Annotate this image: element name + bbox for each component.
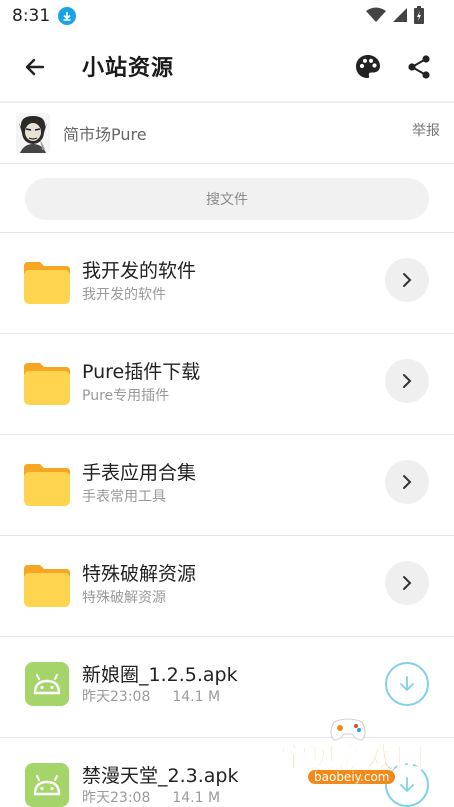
folder-item[interactable]: 我开发的软件 我开发的软件 [0,232,454,332]
open-folder-button[interactable] [385,359,429,403]
file-meta: 昨天23:08 14.1 M [82,686,220,706]
folder-icon [24,262,70,304]
avatar-image [16,113,50,153]
owner-divider [0,163,454,164]
open-folder-button[interactable] [385,258,429,302]
folder-subtitle: 特殊破解资源 [82,590,166,606]
file-name: 禁漫天堂_2.3.apk [82,765,239,787]
download-button[interactable] [385,662,429,706]
folder-subtitle: 手表常用工具 [82,489,166,505]
folder-item[interactable]: Pure插件下载 Pure专用插件 [0,333,454,433]
folder-icon [24,565,70,607]
share-button[interactable] [403,51,435,83]
android-icon [25,662,69,706]
appbar-divider [0,101,454,103]
search-placeholder: 搜文件 [206,192,248,208]
download-notification-icon [58,7,77,25]
folder-title: 手表应用合集 [82,462,197,484]
folder-subtitle: Pure专用插件 [82,388,170,404]
owner-row[interactable]: 简市场Pure 举报 [0,104,454,162]
status-bar: 8:31 [0,0,454,32]
status-time: 8:31 [12,6,51,26]
theme-button[interactable] [352,51,384,83]
chevron-right-icon [403,273,412,287]
palette-icon [356,55,380,78]
folder-title: 我开发的软件 [82,260,197,282]
share-icon [408,55,430,79]
chevron-right-icon [403,475,412,489]
file-date: 昨天23:08 [82,790,151,806]
file-date: 昨天23:08 [82,689,151,705]
wifi-icon [366,7,386,22]
file-size: 14.1 M [172,689,221,705]
folder-icon [24,464,70,506]
arrow-left-icon [25,58,45,76]
download-icon [400,676,414,691]
battery-icon [414,6,424,24]
signal-icon [393,8,407,22]
file-name: 新娘圈_1.2.5.apk [82,664,238,686]
avatar[interactable] [16,113,50,153]
watermark-url: baobeiy.com [308,770,396,784]
app-bar: 小站资源 [0,32,454,100]
android-icon [25,763,69,807]
folder-item[interactable]: 手表应用合集 手表常用工具 [0,434,454,534]
file-size: 14.1 M [172,790,221,806]
report-button[interactable]: 举报 [412,120,440,140]
folder-title: 特殊破解资源 [82,563,197,585]
open-folder-button[interactable] [385,561,429,605]
open-folder-button[interactable] [385,460,429,504]
back-button[interactable] [18,50,52,84]
folder-subtitle: 我开发的软件 [82,287,166,303]
folder-item[interactable]: 特殊破解资源 特殊破解资源 [0,535,454,635]
folder-icon [24,363,70,405]
watermark-logo: 宝贝游戏网 baobeiy.com [270,716,450,796]
folder-title: Pure插件下载 [82,361,201,383]
page-title: 小站资源 [82,56,175,81]
chevron-right-icon [403,576,412,590]
search-input[interactable]: 搜文件 [25,178,429,220]
chevron-right-icon [403,374,412,388]
owner-name[interactable]: 简市场Pure [63,121,147,145]
status-icons [366,6,424,24]
file-meta: 昨天23:08 14.1 M [82,787,220,807]
